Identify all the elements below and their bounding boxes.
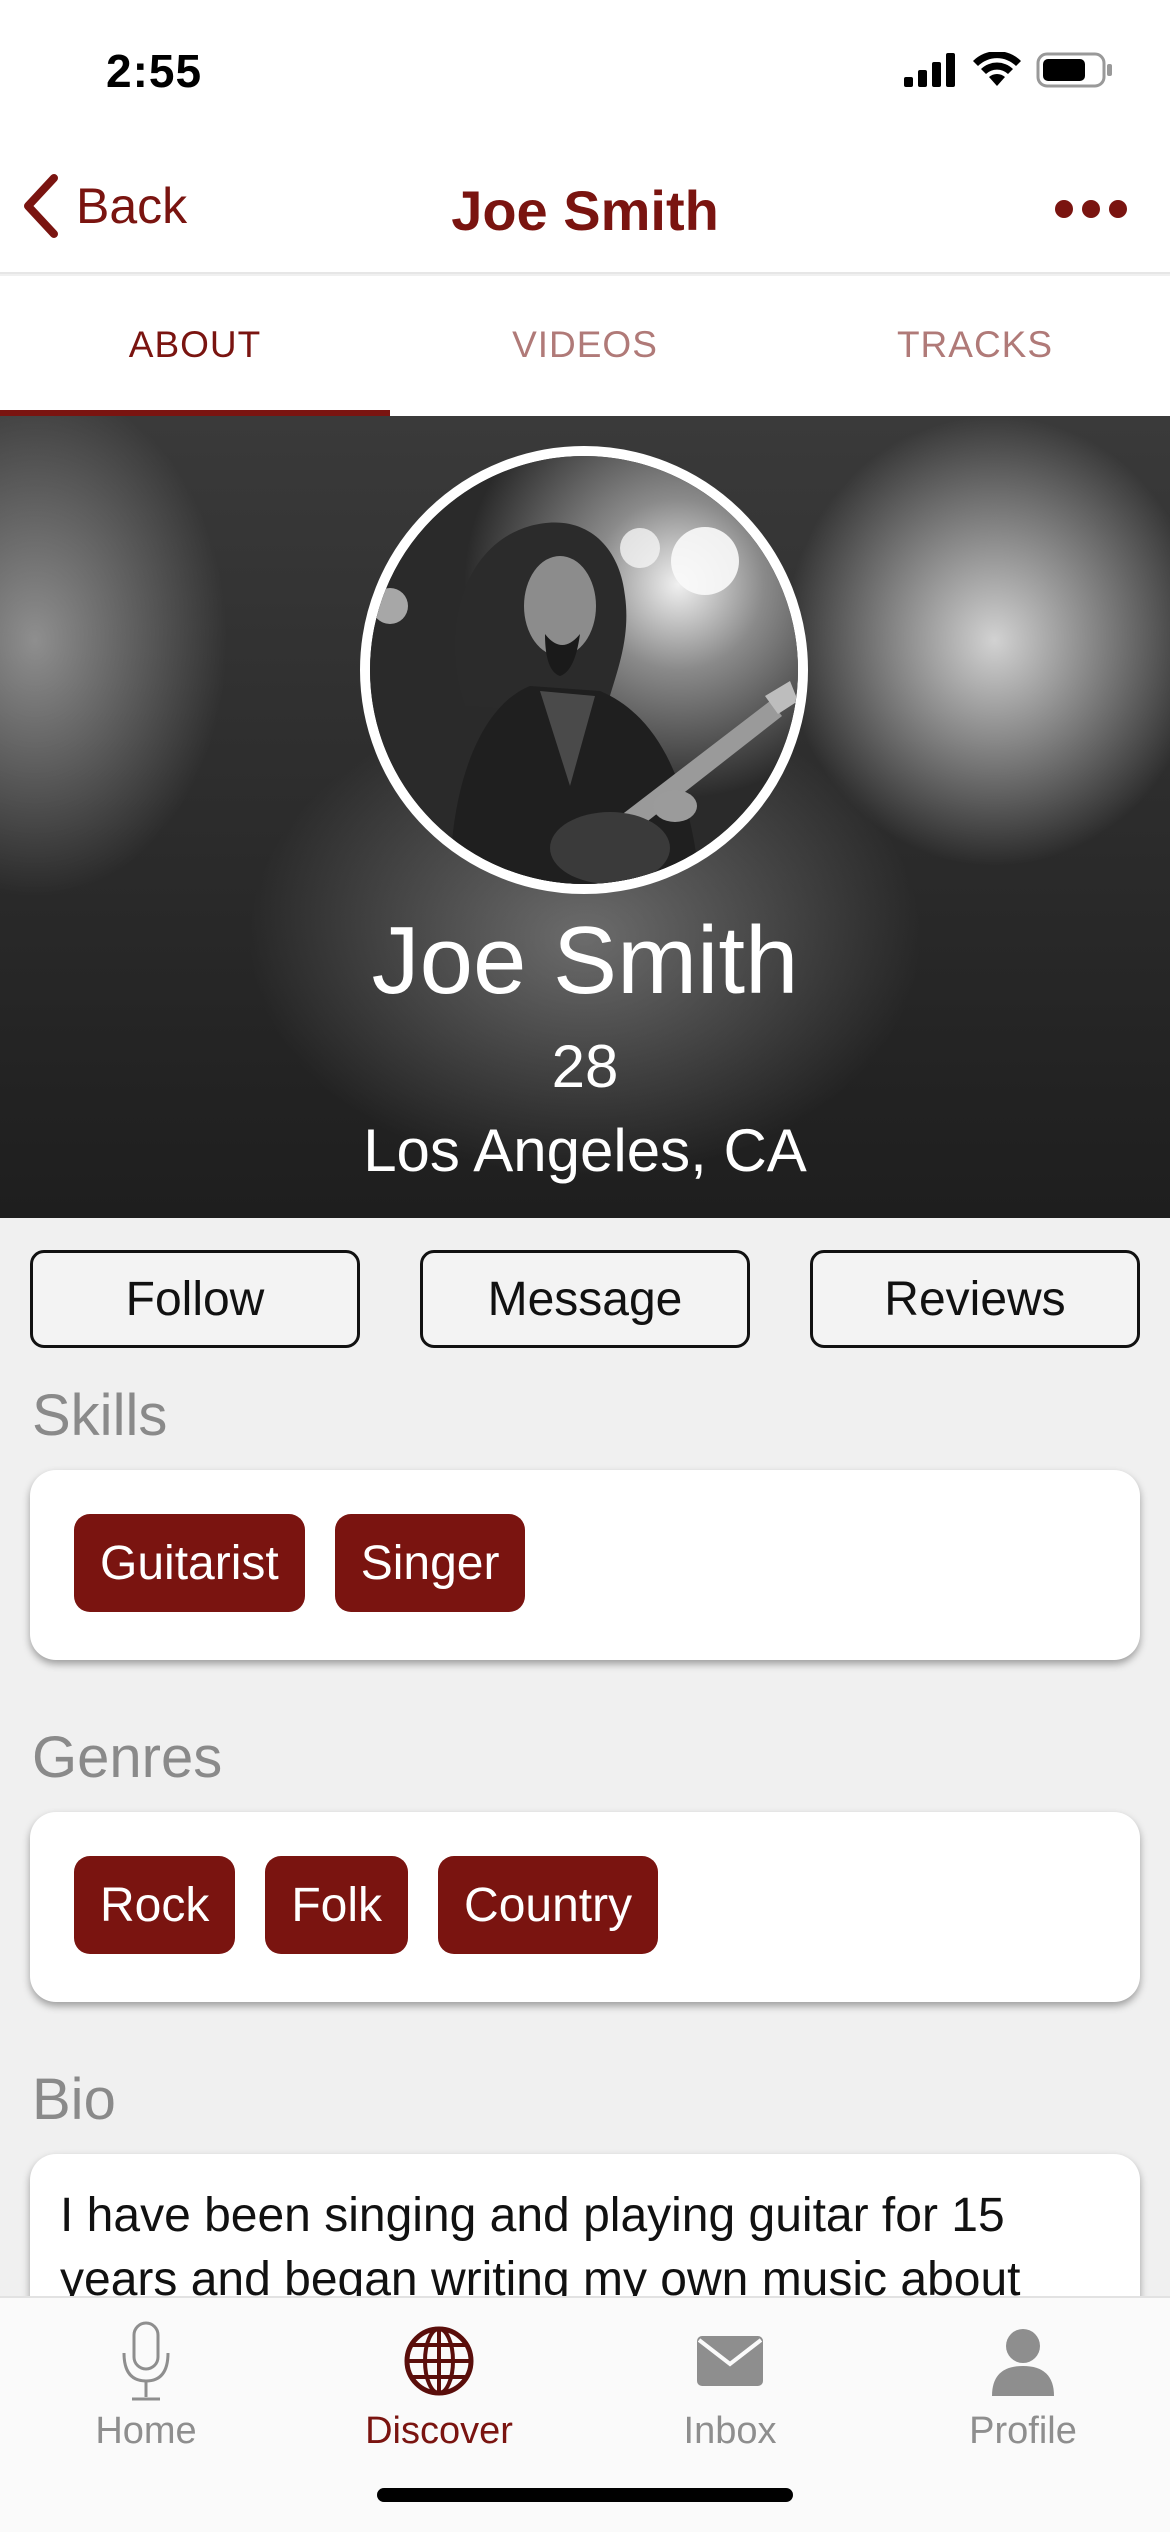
- tab-videos[interactable]: VIDEOS: [390, 276, 780, 416]
- tabbar-inbox-label: Inbox: [683, 2410, 777, 2452]
- avatar[interactable]: [360, 446, 808, 894]
- skills-title: Skills: [32, 1383, 168, 1448]
- musician-photo: [370, 456, 798, 884]
- home-indicator: [377, 2488, 793, 2502]
- ellipsis-icon: [1055, 200, 1127, 218]
- status-bar: 2:55: [0, 0, 1170, 150]
- status-icons: [904, 52, 1114, 88]
- profile-actions: Follow Message Reviews: [30, 1250, 1140, 1348]
- genre-chip[interactable]: Country: [438, 1856, 659, 1954]
- skill-chip[interactable]: Singer: [334, 1514, 526, 1612]
- skills-card: Guitarist Singer: [30, 1470, 1140, 1660]
- tab-tracks[interactable]: TRACKS: [780, 276, 1170, 416]
- bio-title: Bio: [32, 2067, 116, 2132]
- genre-chip[interactable]: Rock: [74, 1856, 236, 1954]
- profile-tabs: ABOUT VIDEOS TRACKS: [0, 276, 1170, 416]
- tabbar-profile[interactable]: Profile: [913, 2316, 1133, 2453]
- genres-title: Genres: [32, 1725, 223, 1790]
- tabbar-discover-label: Discover: [365, 2410, 513, 2452]
- profile-location: Los Angeles, CA: [363, 1117, 807, 1184]
- tabbar-inbox[interactable]: Inbox: [620, 2316, 840, 2453]
- battery-icon: [1036, 52, 1112, 88]
- profile-age: 28: [551, 1033, 619, 1100]
- message-button[interactable]: Message: [420, 1250, 750, 1348]
- genres-card: Rock Folk Country: [30, 1812, 1140, 2002]
- profile-hero: Joe Smith 28 Los Angeles, CA: [0, 416, 1170, 1218]
- more-options-button[interactable]: [1054, 198, 1128, 225]
- person-icon: [992, 2329, 1054, 2396]
- globe-icon: [404, 2326, 474, 2396]
- skill-chip[interactable]: Guitarist: [74, 1514, 305, 1612]
- signal-icon: [904, 53, 955, 87]
- navigation-bar: Back Joe Smith: [0, 150, 1170, 274]
- tabbar-profile-label: Profile: [969, 2410, 1077, 2452]
- wifi-icon: [973, 52, 1021, 86]
- skills-list: Guitarist Singer: [30, 1470, 1140, 1656]
- profile-name: Joe Smith: [371, 907, 799, 1014]
- microphone-icon: [122, 2321, 170, 2401]
- genres-list: Rock Folk Country: [30, 1812, 1140, 1998]
- status-time: 2:55: [106, 45, 203, 97]
- page-title: Joe Smith: [451, 179, 719, 242]
- tabbar-home-label: Home: [95, 2410, 197, 2452]
- follow-button[interactable]: Follow: [30, 1250, 360, 1348]
- genre-chip[interactable]: Folk: [265, 1856, 409, 1954]
- reviews-button[interactable]: Reviews: [810, 1250, 1140, 1348]
- tab-about[interactable]: ABOUT: [0, 276, 390, 416]
- tabbar-home[interactable]: Home: [36, 2316, 256, 2453]
- tabbar-discover[interactable]: Discover: [329, 2316, 549, 2453]
- envelope-icon: [697, 2336, 763, 2386]
